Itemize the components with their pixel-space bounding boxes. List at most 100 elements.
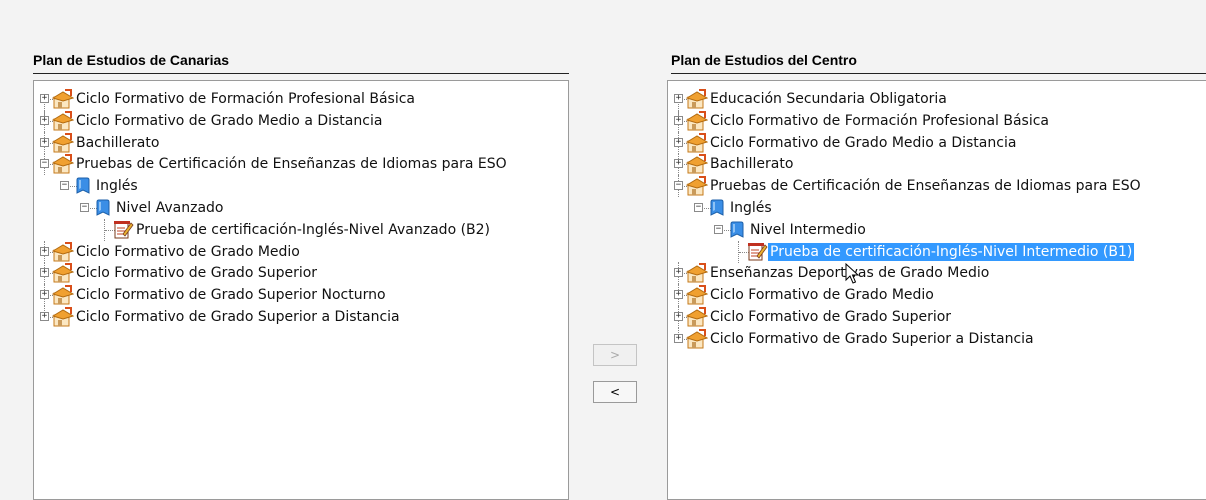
right-panel-title-rule <box>671 73 1206 74</box>
right-tree: + Educación Secundaria Obligatoria + Ciclo … <box>674 88 1206 350</box>
graduation-cap-icon <box>51 89 75 109</box>
collapse-icon[interactable]: − <box>60 181 69 191</box>
tree-node[interactable]: + Enseñanzas Deportivas de Grado Medio <box>674 262 1206 285</box>
bookmark-icon <box>72 176 94 196</box>
expand-icon[interactable]: + <box>674 159 683 169</box>
remove-from-centro-button[interactable]: < <box>593 381 637 403</box>
expand-icon[interactable]: + <box>674 290 683 300</box>
collapse-icon[interactable]: − <box>694 202 703 212</box>
tree-node[interactable]: + Educación Secundaria Obligatoria <box>674 88 1206 121</box>
graduation-cap-icon <box>685 176 709 196</box>
tree-node-label[interactable]: Ciclo Formativo de Grado Superior Noctur… <box>74 286 388 304</box>
tree-node[interactable]: − Nivel Avanzado <box>40 197 568 219</box>
graduation-cap-icon <box>685 110 709 131</box>
bookmark-icon <box>726 220 748 240</box>
graduation-cap-icon <box>685 263 709 283</box>
right-panel-title: Plan de Estudios del Centro <box>671 52 857 68</box>
expand-icon[interactable]: + <box>674 311 683 321</box>
tree-node[interactable]: + Ciclo Formativo de Grado Superior a Dis… <box>674 327 1206 350</box>
expand-icon[interactable]: + <box>40 246 49 256</box>
expand-icon[interactable]: + <box>40 268 49 278</box>
expand-icon[interactable]: + <box>40 94 49 103</box>
tree-node[interactable]: − Inglés <box>40 175 568 197</box>
bookmark-icon <box>706 198 728 218</box>
tree-node-label[interactable]: Ciclo Formativo de Grado Superior <box>74 264 319 282</box>
collapse-icon[interactable]: − <box>714 224 723 234</box>
left-tree: + Ciclo Formativo de Formación Profesiona… <box>40 88 568 328</box>
right-tree-panel[interactable]: + Educación Secundaria Obligatoria + Ciclo … <box>667 80 1206 500</box>
graduation-cap-icon <box>51 154 75 174</box>
tree-node-label[interactable]: Ciclo Formativo de Grado Superior <box>708 308 953 326</box>
tree-node-label[interactable]: Prueba de certificación-Inglés-Nivel Ava… <box>134 221 492 239</box>
tree-node-label[interactable]: Bachillerato <box>74 134 161 152</box>
tree-node[interactable]: + Ciclo Formativo de Grado Superior <box>40 262 568 285</box>
left-tree-panel[interactable]: + Ciclo Formativo de Formación Profesiona… <box>33 80 569 500</box>
edit-document-icon <box>112 220 134 240</box>
graduation-cap-icon <box>685 89 709 109</box>
graduation-cap-icon <box>51 241 75 262</box>
graduation-cap-icon <box>685 154 709 174</box>
expand-icon[interactable]: + <box>674 137 683 147</box>
tree-node-label[interactable]: Ciclo Formativo de Grado Medio a Distanc… <box>708 134 1018 152</box>
expand-icon[interactable]: + <box>674 94 683 103</box>
tree-node-label[interactable]: Ciclo Formativo de Formación Profesional… <box>708 112 1051 130</box>
tree-node-label[interactable]: Ciclo Formativo de Grado Superior a Dist… <box>74 308 402 326</box>
tree-node-label[interactable]: Educación Secundaria Obligatoria <box>708 90 949 108</box>
left-panel-title-rule <box>33 73 569 74</box>
tree-node[interactable]: − Pruebas de Certificación de Enseñanzas … <box>40 153 568 176</box>
graduation-cap-icon <box>51 263 75 283</box>
graduation-cap-icon <box>685 328 709 349</box>
edit-document-icon <box>746 242 768 262</box>
tree-node-label[interactable]: Inglés <box>94 177 140 195</box>
graduation-cap-icon <box>685 285 709 305</box>
tree-node-label[interactable]: Nivel Intermedio <box>748 221 868 239</box>
tree-node[interactable]: Prueba de certificación-Inglés-Nivel Int… <box>674 240 1206 263</box>
tree-node[interactable]: + Ciclo Formativo de Formación Profesiona… <box>674 109 1206 132</box>
tree-node[interactable]: − Nivel Intermedio <box>674 219 1206 241</box>
expand-icon[interactable]: + <box>40 115 49 125</box>
tree-node-label[interactable]: Ciclo Formativo de Grado Medio <box>708 286 936 304</box>
tree-node-label[interactable]: Ciclo Formativo de Grado Medio <box>74 243 302 261</box>
tree-node-label[interactable]: Inglés <box>728 199 774 217</box>
tree-node[interactable]: Prueba de certificación-Inglés-Nivel Ava… <box>40 218 568 241</box>
graduation-cap-icon <box>51 306 75 327</box>
graduation-cap-icon <box>685 306 709 327</box>
tree-node-label[interactable]: Ciclo Formativo de Grado Superior a Dist… <box>708 330 1036 348</box>
tree-node-label[interactable]: Nivel Avanzado <box>114 199 225 217</box>
tree-node[interactable]: + Ciclo Formativo de Grado Medio a Distan… <box>40 109 568 132</box>
tree-node[interactable]: + Ciclo Formativo de Grado Superior <box>674 305 1206 328</box>
expand-icon[interactable]: + <box>674 268 683 278</box>
tree-node[interactable]: + Ciclo Formativo de Formación Profesiona… <box>40 88 568 121</box>
tree-node-label[interactable]: Ciclo Formativo de Grado Medio a Distanc… <box>74 112 384 130</box>
graduation-cap-icon <box>51 285 75 305</box>
collapse-icon[interactable]: − <box>674 181 683 191</box>
expand-icon[interactable]: + <box>40 311 49 321</box>
tree-node-label[interactable]: Pruebas de Certificación de Enseñanzas d… <box>74 155 509 173</box>
tree-node[interactable]: + Bachillerato <box>674 153 1206 176</box>
tree-node-label[interactable]: Ciclo Formativo de Formación Profesional… <box>74 90 417 108</box>
tree-node[interactable]: − Pruebas de Certificación de Enseñanzas … <box>674 175 1206 198</box>
tree-node-label[interactable]: Bachillerato <box>708 155 795 173</box>
mouse-pointer-icon <box>845 263 859 284</box>
collapse-icon[interactable]: − <box>40 159 49 169</box>
expand-icon[interactable]: + <box>674 115 683 125</box>
tree-node[interactable]: + Ciclo Formativo de Grado Superior a Dis… <box>40 305 568 328</box>
add-to-centro-button[interactable]: > <box>593 344 637 366</box>
tree-node[interactable]: + Ciclo Formativo de Grado Medio <box>674 284 1206 307</box>
graduation-cap-icon <box>51 110 75 131</box>
expand-icon[interactable]: + <box>40 137 49 147</box>
tree-node[interactable]: + Ciclo Formativo de Grado Medio a Distan… <box>674 131 1206 154</box>
bookmark-icon <box>92 198 114 218</box>
tree-node-label[interactable]: Prueba de certificación-Inglés-Nivel Int… <box>768 242 1135 261</box>
graduation-cap-icon <box>685 132 709 153</box>
tree-node[interactable]: + Bachillerato <box>40 131 568 154</box>
tree-node-label[interactable]: Pruebas de Certificación de Enseñanzas d… <box>708 177 1143 195</box>
tree-node[interactable]: + Ciclo Formativo de Grado Superior Noctu… <box>40 284 568 307</box>
tree-node[interactable]: − Inglés <box>674 197 1206 219</box>
tree-node[interactable]: + Ciclo Formativo de Grado Medio <box>40 240 568 263</box>
graduation-cap-icon <box>51 132 75 153</box>
left-panel-title: Plan de Estudios de Canarias <box>33 52 230 68</box>
collapse-icon[interactable]: − <box>80 202 89 212</box>
expand-icon[interactable]: + <box>674 333 683 343</box>
expand-icon[interactable]: + <box>40 290 49 300</box>
